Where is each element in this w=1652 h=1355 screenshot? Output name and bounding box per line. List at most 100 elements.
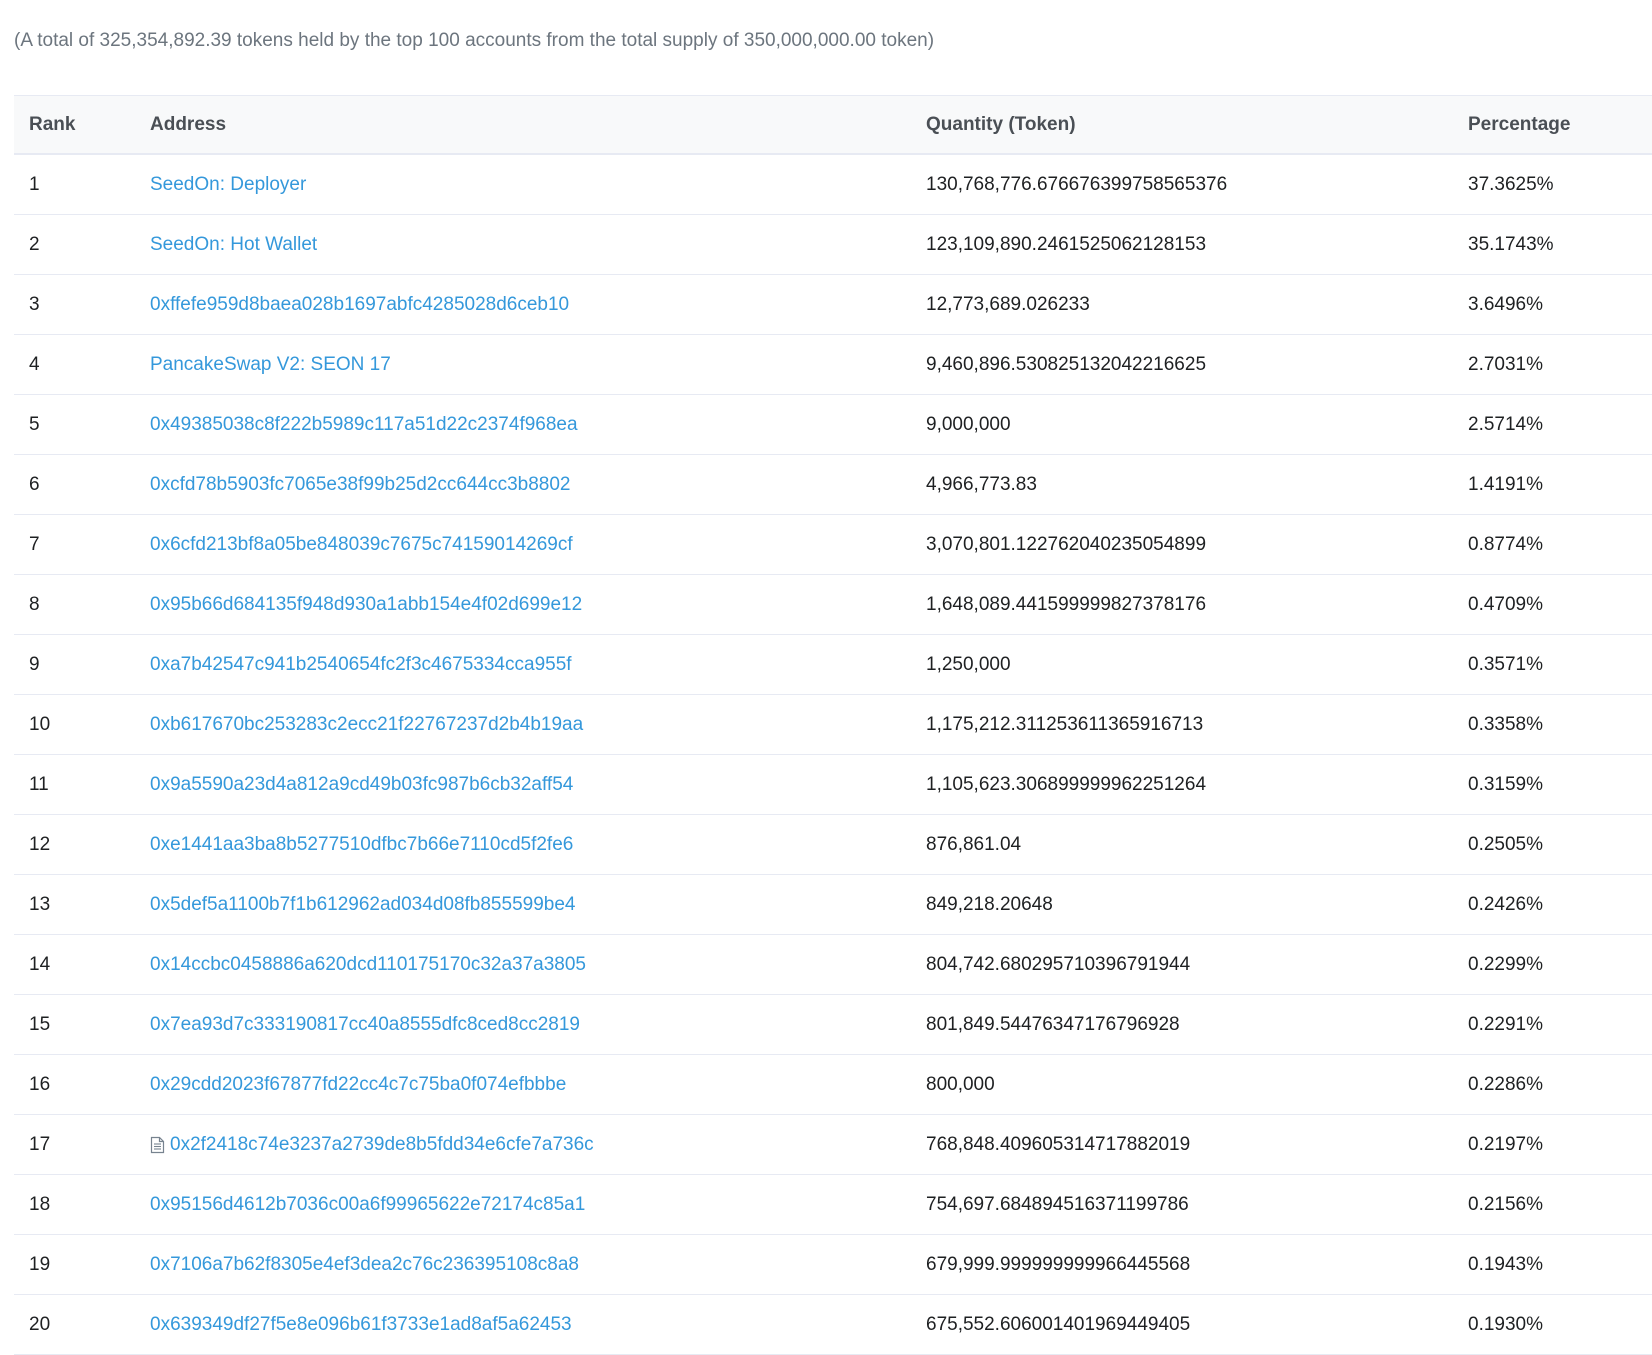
address-text: SeedOn: Hot Wallet: [150, 234, 318, 255]
rank-cell: 13: [29, 894, 51, 915]
table-row: 12 0xe1441aa3ba8b5277510dfbc7b66e7110cd5f…: [14, 815, 1652, 875]
rank-cell: 18: [29, 1194, 51, 1215]
address-cell: 0x49385038c8f222b5989c117a51d22c2374f968…: [150, 395, 578, 454]
percentage-cell: 0.2291%: [1468, 1014, 1544, 1035]
address-cell: 0x6cfd213bf8a05be848039c7675c74159014269…: [150, 515, 573, 574]
percentage-cell: 2.5714%: [1468, 414, 1544, 435]
header-quantity: Quantity (Token): [926, 114, 1076, 135]
address-cell: 0x5def5a1100b7f1b612962ad034d08fb855599b…: [150, 875, 575, 934]
address-link[interactable]: 0x29cdd2023f67877fd22cc4c7c75ba0f074efbb…: [150, 1055, 566, 1114]
address-text: 0x5def5a1100b7f1b612962ad034d08fb855599b…: [150, 894, 576, 915]
address-cell: 0x95156d4612b7036c00a6f99965622e72174c85…: [150, 1175, 585, 1234]
address-text: 0x7106a7b62f8305e4ef3dea2c76c236395108c8…: [150, 1254, 579, 1275]
address-cell: 0xffefe959d8baea028b1697abfc4285028d6ceb…: [150, 275, 569, 334]
address-cell: 0x2f2418c74e3237a2739de8b5fdd34e6cfe7a73…: [150, 1115, 594, 1174]
address-link[interactable]: SeedOn: Hot Wallet: [150, 215, 317, 274]
address-cell: 0x639349df27f5e8e096b61f3733e1ad8af5a624…: [150, 1295, 572, 1354]
rank-cell: 4: [29, 354, 40, 375]
percentage-cell: 37.3625%: [1468, 174, 1554, 195]
address-link[interactable]: SeedOn: Deployer: [150, 155, 306, 214]
address-text: 0x7ea93d7c333190817cc40a8555dfc8ced8cc28…: [150, 1014, 580, 1035]
address-link[interactable]: 0xe1441aa3ba8b5277510dfbc7b66e7110cd5f2f…: [150, 815, 573, 874]
percentage-cell: 0.2197%: [1468, 1134, 1544, 1155]
address-link[interactable]: 0x9a5590a23d4a812a9cd49b03fc987b6cb32aff…: [150, 755, 573, 814]
address-text: 0x2f2418c74e3237a2739de8b5fdd34e6cfe7a73…: [170, 1134, 594, 1155]
rank-cell: 2: [29, 234, 40, 255]
table-row: 4 PancakeSwap V2: SEON 17 9,460,896.530825…: [14, 335, 1652, 395]
address-text: 0x95b66d684135f948d930a1abb154e4f02d699e…: [150, 594, 583, 615]
address-cell: 0xcfd78b5903fc7065e38f99b25d2cc644cc3b88…: [150, 455, 570, 514]
address-text: SeedOn: Deployer: [150, 174, 307, 195]
rank-cell: 16: [29, 1074, 51, 1095]
address-link[interactable]: 0x49385038c8f222b5989c117a51d22c2374f968…: [150, 395, 578, 454]
address-link[interactable]: 0x5def5a1100b7f1b612962ad034d08fb855599b…: [150, 875, 575, 934]
rank-cell: 14: [29, 954, 51, 975]
address-text: 0x29cdd2023f67877fd22cc4c7c75ba0f074efbb…: [150, 1074, 567, 1095]
address-cell: PancakeSwap V2: SEON 17: [150, 335, 391, 394]
table-row: 16 0x29cdd2023f67877fd22cc4c7c75ba0f074ef…: [14, 1055, 1652, 1115]
address-text: 0xcfd78b5903fc7065e38f99b25d2cc644cc3b88…: [150, 474, 571, 495]
address-cell: 0xe1441aa3ba8b5277510dfbc7b66e7110cd5f2f…: [150, 815, 573, 874]
rank-cell: 8: [29, 594, 40, 615]
rank-cell: 6: [29, 474, 40, 495]
table-row: 18 0x95156d4612b7036c00a6f99965622e72174c…: [14, 1175, 1652, 1235]
rank-cell: 20: [29, 1314, 51, 1335]
address-link[interactable]: 0x2f2418c74e3237a2739de8b5fdd34e6cfe7a73…: [150, 1115, 594, 1174]
rank-cell: 12: [29, 834, 51, 855]
percentage-cell: 0.3358%: [1468, 714, 1544, 735]
percentage-cell: 0.3571%: [1468, 654, 1544, 675]
table-row: 10 0xb617670bc253283c2ecc21f22767237d2b4b…: [14, 695, 1652, 755]
address-link[interactable]: 0xa7b42547c941b2540654fc2f3c4675334cca95…: [150, 635, 572, 694]
address-text: 0x49385038c8f222b5989c117a51d22c2374f968…: [150, 414, 578, 435]
percentage-cell: 0.2286%: [1468, 1074, 1544, 1095]
quantity-cell: 1,250,000: [926, 654, 1011, 675]
quantity-cell: 804,742.680295710396791944: [926, 954, 1191, 975]
table-row: 20 0x639349df27f5e8e096b61f3733e1ad8af5a6…: [14, 1295, 1652, 1355]
table-body: 1 SeedOn: Deployer 130,768,776.67667639975…: [14, 155, 1652, 1355]
header-rank: Rank: [29, 114, 76, 135]
quantity-cell: 9,460,896.530825132042216625: [926, 354, 1207, 375]
address-text: 0xb617670bc253283c2ecc21f22767237d2b4b19…: [150, 714, 584, 735]
address-cell: 0x95b66d684135f948d930a1abb154e4f02d699e…: [150, 575, 582, 634]
address-cell: 0x9a5590a23d4a812a9cd49b03fc987b6cb32aff…: [150, 755, 573, 814]
address-cell: SeedOn: Hot Wallet: [150, 215, 317, 274]
rank-cell: 3: [29, 294, 40, 315]
address-link[interactable]: 0x7106a7b62f8305e4ef3dea2c76c236395108c8…: [150, 1235, 579, 1294]
percentage-cell: 0.2426%: [1468, 894, 1544, 915]
address-text: 0x9a5590a23d4a812a9cd49b03fc987b6cb32aff…: [150, 774, 574, 795]
percentage-cell: 0.4709%: [1468, 594, 1544, 615]
address-link[interactable]: 0xcfd78b5903fc7065e38f99b25d2cc644cc3b88…: [150, 455, 570, 514]
header-address: Address: [150, 114, 227, 135]
address-link[interactable]: 0x6cfd213bf8a05be848039c7675c74159014269…: [150, 515, 573, 574]
rank-cell: 7: [29, 534, 40, 555]
holders-table: Rank Address Quantity (Token) Percentage…: [14, 95, 1652, 1355]
address-cell: SeedOn: Deployer: [150, 155, 306, 214]
percentage-cell: 0.3159%: [1468, 774, 1544, 795]
address-link[interactable]: PancakeSwap V2: SEON 17: [150, 335, 391, 394]
table-row: 17 0x2f2418c74e3237a2739de8b5fdd34e6cfe7a…: [14, 1115, 1652, 1175]
address-link[interactable]: 0x95156d4612b7036c00a6f99965622e72174c85…: [150, 1175, 585, 1234]
address-link[interactable]: 0xb617670bc253283c2ecc21f22767237d2b4b19…: [150, 695, 583, 754]
address-text: 0x95156d4612b7036c00a6f99965622e72174c85…: [150, 1194, 586, 1215]
percentage-cell: 0.2299%: [1468, 954, 1544, 975]
address-text: 0x14ccbc0458886a620dcd110175170c32a37a38…: [150, 954, 586, 975]
quantity-cell: 754,697.684894516371199786: [926, 1194, 1189, 1215]
quantity-cell: 4,966,773.83: [926, 474, 1037, 495]
table-row: 3 0xffefe959d8baea028b1697abfc4285028d6ce…: [14, 275, 1652, 335]
percentage-cell: 1.4191%: [1468, 474, 1544, 495]
address-link[interactable]: 0x7ea93d7c333190817cc40a8555dfc8ced8cc28…: [150, 995, 580, 1054]
address-text: 0x6cfd213bf8a05be848039c7675c74159014269…: [150, 534, 573, 555]
quantity-cell: 675,552.606001401969449405: [926, 1314, 1191, 1335]
rank-cell: 1: [29, 174, 40, 195]
percentage-cell: 2.7031%: [1468, 354, 1544, 375]
percentage-cell: 3.6496%: [1468, 294, 1544, 315]
address-link[interactable]: 0x639349df27f5e8e096b61f3733e1ad8af5a624…: [150, 1295, 572, 1354]
address-cell: 0x7ea93d7c333190817cc40a8555dfc8ced8cc28…: [150, 995, 580, 1054]
percentage-cell: 0.2505%: [1468, 834, 1544, 855]
quantity-cell: 801,849.54476347176796928: [926, 1014, 1180, 1035]
address-link[interactable]: 0x14ccbc0458886a620dcd110175170c32a37a38…: [150, 935, 586, 994]
address-link[interactable]: 0x95b66d684135f948d930a1abb154e4f02d699e…: [150, 575, 582, 634]
address-text: 0xa7b42547c941b2540654fc2f3c4675334cca95…: [150, 654, 572, 675]
address-link[interactable]: 0xffefe959d8baea028b1697abfc4285028d6ceb…: [150, 275, 569, 334]
quantity-cell: 679,999.999999999966445568: [926, 1254, 1191, 1275]
